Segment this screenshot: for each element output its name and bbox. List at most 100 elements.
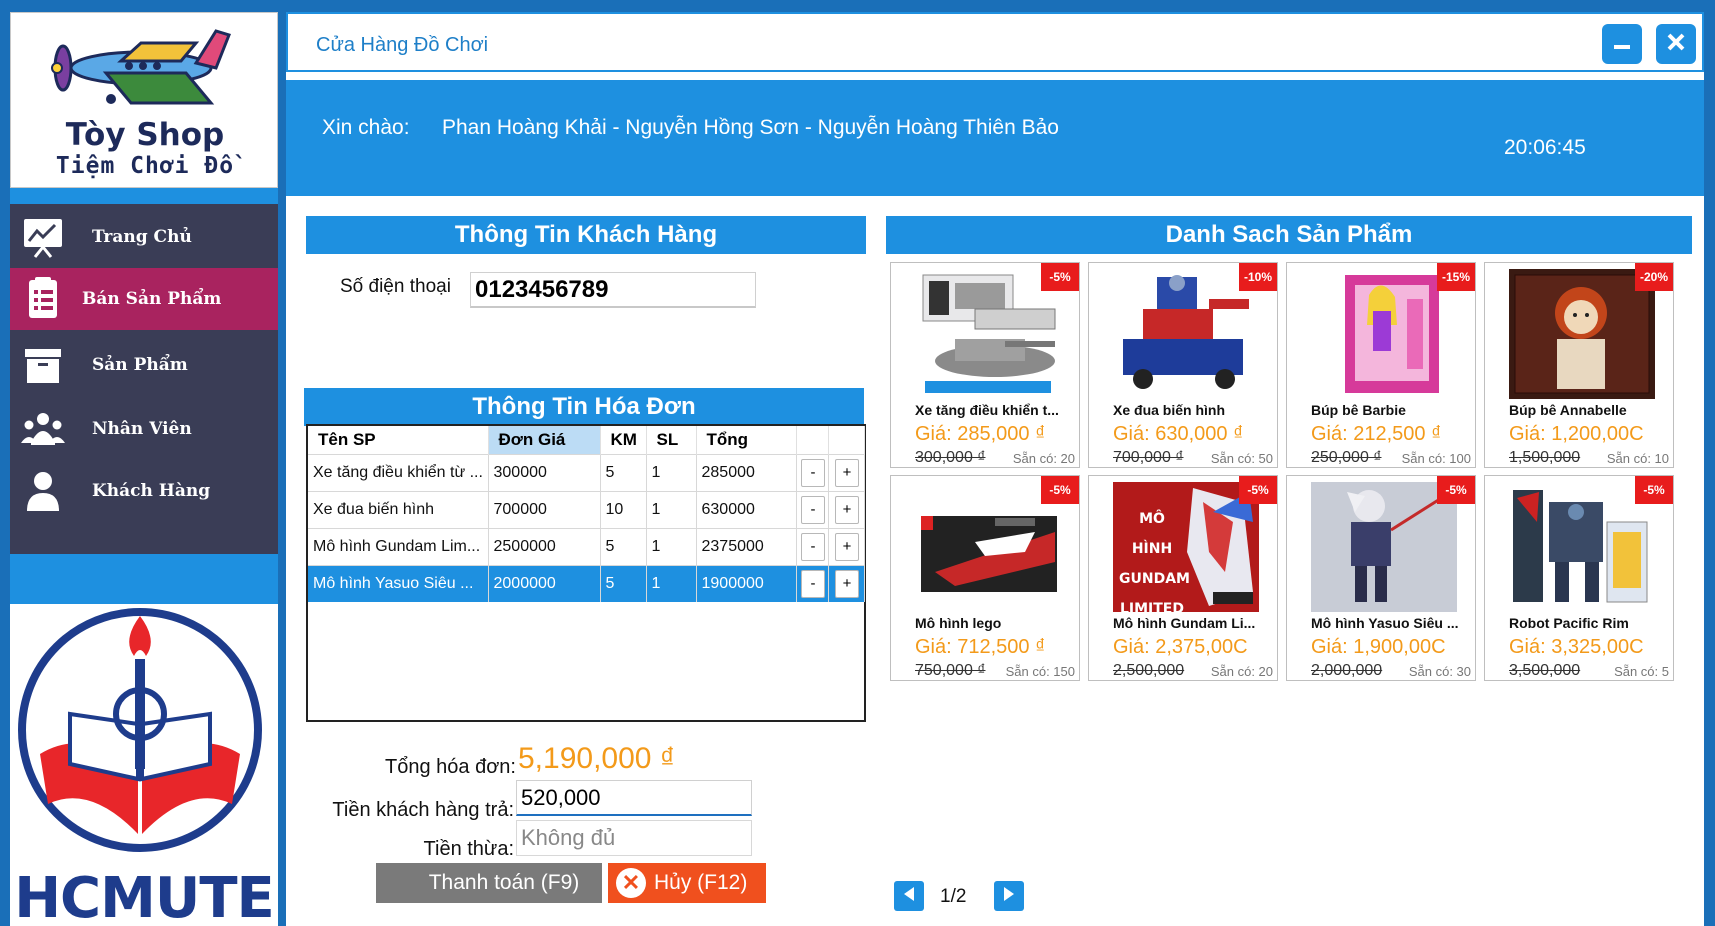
decrease-qty-button[interactable]: - (801, 569, 825, 598)
product-price: Giá: 285,000 ₫ (915, 423, 1046, 445)
gundam-icon: MÔ HÌNH GUNDAM LIMITED (1113, 482, 1259, 612)
pay-button[interactable]: Thanh toán (F9) (376, 863, 602, 903)
sidebar-item-trang-chu[interactable]: Trang Chủ (10, 206, 278, 268)
sidebar-item-ban-san-pham[interactable]: Bán Sản Phẩm (10, 268, 278, 330)
prev-arrow-icon (902, 886, 916, 907)
product-card[interactable]: -20% Búp bê Annabelle Giá: 1,200,00C 1,5… (1484, 262, 1674, 468)
product-old-price: 300,000 ₫ (915, 449, 986, 466)
increase-qty-button[interactable]: + (835, 532, 859, 561)
product-stock: Sẵn có: 20 (1012, 451, 1075, 466)
invoice-table: Tên SP Đơn Giá KM SL Tổng Xe tăng điều k… (306, 424, 866, 722)
cell-price: 700000 (488, 490, 601, 528)
cell-km: 5 (600, 527, 647, 565)
cell-total: 285000 (696, 453, 797, 491)
sidebar-divider (10, 554, 278, 604)
close-button[interactable] (1656, 24, 1696, 64)
gundam-image-text: MÔ HÌNH (1131, 511, 1173, 557)
product-card[interactable]: -15% Búp bê Barbie Giá: 212,500 ₫ 250,00… (1286, 262, 1476, 468)
product-old-price: 2,500,000 (1113, 662, 1185, 679)
paid-amount-input[interactable] (516, 780, 752, 816)
products-section-title: Danh Sach Sản Phẩm (886, 216, 1692, 254)
product-price: Giá: 3,325,00C (1509, 636, 1644, 658)
product-price: Giá: 1,900,00C (1311, 636, 1446, 658)
product-card[interactable]: -10% Xe đua biến hình Giá: 630,000 ₫ 700… (1088, 262, 1278, 468)
change-amount-field (516, 820, 752, 856)
decrease-qty-button[interactable]: - (801, 532, 825, 561)
doll-icon (1509, 269, 1655, 399)
prev-page-button[interactable] (894, 881, 924, 911)
discount-badge: -10% (1239, 263, 1277, 291)
product-price: Giá: 212,500 ₫ (1311, 423, 1442, 445)
total-label: Tổng hóa đơn: (385, 756, 516, 778)
paid-label: Tiền khách hàng trả: (332, 799, 514, 821)
decrease-qty-button[interactable]: - (801, 458, 825, 487)
decrease-qty-button[interactable]: - (801, 495, 825, 524)
increase-qty-button[interactable]: + (835, 495, 859, 524)
column-header[interactable]: Đơn Giá (488, 426, 601, 454)
product-old-price: 2,000,000 (1311, 662, 1383, 679)
product-card[interactable]: -5% Robot Pacific Rim Giá: 3,325,00C 3,5… (1484, 475, 1674, 681)
discount-badge: -15% (1437, 263, 1475, 291)
product-name: Búp bê Annabelle (1509, 402, 1627, 418)
product-card[interactable]: -5% Mô hình Yasuo Siêu ... Giá: 1,900,00… (1286, 475, 1476, 681)
page-indicator: 1/2 (940, 886, 967, 907)
cell-price: 300000 (488, 453, 601, 491)
phone-input[interactable] (470, 272, 756, 308)
product-card[interactable]: -5% Xe tăng điều khiển t... Giá: 285,000… (890, 262, 1080, 468)
discount-badge: -5% (1041, 476, 1079, 504)
product-old-price: 250,000 ₫ (1311, 449, 1382, 466)
sidebar-item-nhan-vien[interactable]: Nhân Viên (10, 398, 278, 460)
next-page-button[interactable] (994, 881, 1024, 911)
column-header[interactable]: Tổng (696, 426, 797, 454)
product-old-price: 750,000 ₫ (915, 662, 986, 679)
sidebar-divider (10, 188, 278, 204)
product-stock: Sẵn có: 5 (1614, 664, 1669, 679)
column-header[interactable]: Tên SP (308, 426, 489, 454)
cell-km: 5 (600, 564, 647, 602)
tank-toy-icon (915, 269, 1061, 399)
greeting-banner: Xin chào: Phan Hoàng Khải - Nguyễn Hồng … (286, 80, 1704, 196)
cancel-button[interactable]: ✕ Hủy (F12) (608, 863, 766, 903)
product-price: Giá: 630,000 ₫ (1113, 423, 1244, 445)
product-name: Xe tăng điều khiển t... (915, 402, 1059, 418)
doll-box-icon (1311, 269, 1457, 399)
title-bar: Cửa Hàng Đồ Chơi (286, 12, 1704, 72)
product-price: Giá: 1,200,00C (1509, 423, 1644, 445)
table-row[interactable]: Xe tăng điều khiển từ ... 300000 5 1 285… (308, 453, 865, 491)
discount-badge: -20% (1635, 263, 1673, 291)
product-stock: Sẵn có: 20 (1210, 664, 1273, 679)
group-icon (20, 406, 66, 452)
close-icon (1665, 31, 1687, 58)
cell-name: Xe tăng điều khiển từ ... (308, 453, 489, 491)
table-row-selected[interactable]: Mô hình Yasuo Siêu ... 2000000 5 1 19000… (308, 564, 865, 602)
cell-qty: 1 (646, 527, 697, 565)
minimize-button[interactable] (1602, 24, 1642, 64)
shop-logo-subtitle: Tiệm Chơi Đồ (55, 153, 235, 179)
table-header-row: Tên SP Đơn Giá KM SL Tổng (308, 426, 865, 454)
increase-qty-button[interactable]: + (835, 569, 859, 598)
next-arrow-icon (1002, 886, 1016, 907)
product-card[interactable]: MÔ HÌNH GUNDAM LIMITED -5% Mô hình Gunda… (1088, 475, 1278, 681)
cell-total: 2375000 (696, 527, 797, 565)
column-header[interactable]: SL (646, 426, 697, 454)
window-frame-top (0, 0, 1715, 8)
cell-qty: 1 (646, 564, 697, 602)
sidebar-item-label: Bán Sản Phẩm (82, 289, 222, 309)
product-card[interactable]: -5% Mô hình lego Giá: 712,500 ₫ 750,000 … (890, 475, 1080, 681)
sidebar-item-khach-hang[interactable]: Khách Hàng (10, 460, 278, 522)
increase-qty-button[interactable]: + (835, 458, 859, 487)
sidebar-item-label: Nhân Viên (92, 419, 192, 439)
product-name: Mô hình Gundam Li... (1113, 615, 1256, 631)
product-stock: Sẵn có: 30 (1408, 664, 1471, 679)
table-row[interactable]: Mô hình Gundam Lim... 2500000 5 1 237500… (308, 527, 865, 565)
invoice-icon (20, 276, 66, 322)
table-row[interactable]: Xe đua biến hình 700000 10 1 630000 - + (308, 490, 865, 528)
discount-badge: -5% (1437, 476, 1475, 504)
column-header[interactable]: KM (600, 426, 647, 454)
sidebar-item-label: Trang Chủ (92, 227, 192, 247)
invoice-section-title: Thông Tin Hóa Đơn (304, 388, 864, 426)
cancel-x-icon: ✕ (616, 868, 646, 898)
sidebar-menu: Trang Chủ Bán Sản Phẩm Sản Phẩm Nhân Viê… (10, 204, 278, 554)
greeting-names: Phan Hoàng Khải - Nguyễn Hồng Sơn - Nguy… (442, 116, 1059, 139)
sidebar-item-san-pham[interactable]: Sản Phẩm (10, 334, 278, 396)
